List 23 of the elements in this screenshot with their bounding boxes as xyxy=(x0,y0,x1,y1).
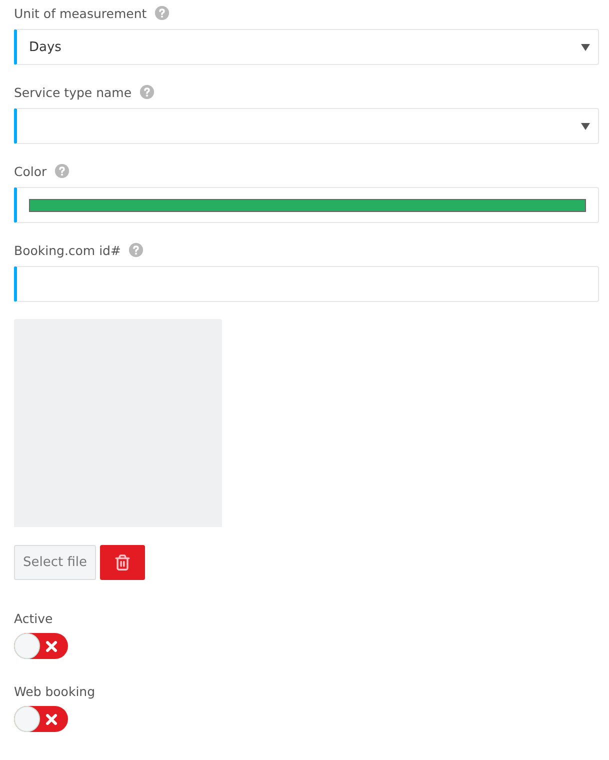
close-icon xyxy=(46,641,57,652)
toggle-label: Active xyxy=(14,611,53,626)
help-icon[interactable] xyxy=(54,164,69,178)
color-field[interactable] xyxy=(14,187,599,223)
toggle-switch[interactable] xyxy=(14,706,68,732)
select-file-button[interactable]: Select file xyxy=(14,545,96,580)
field-label: Color xyxy=(14,164,47,178)
caret-icon xyxy=(581,123,590,130)
help-icon[interactable] xyxy=(154,6,169,20)
help-icon[interactable] xyxy=(140,85,154,99)
field-label: Booking.com id# xyxy=(14,242,121,258)
trash-icon xyxy=(114,554,132,571)
close-icon xyxy=(46,714,57,725)
field-label: Unit of measurement xyxy=(14,6,147,20)
select-field[interactable] xyxy=(14,108,599,144)
toggle-switch[interactable] xyxy=(14,633,68,659)
select-field[interactable]: Days xyxy=(14,29,599,65)
field-label: Service type name xyxy=(14,84,132,100)
caret-icon xyxy=(581,44,590,51)
input-field[interactable] xyxy=(14,266,599,302)
delete-button[interactable] xyxy=(100,545,146,580)
help-icon[interactable] xyxy=(128,243,143,257)
toggle-label: Web booking xyxy=(14,684,96,699)
